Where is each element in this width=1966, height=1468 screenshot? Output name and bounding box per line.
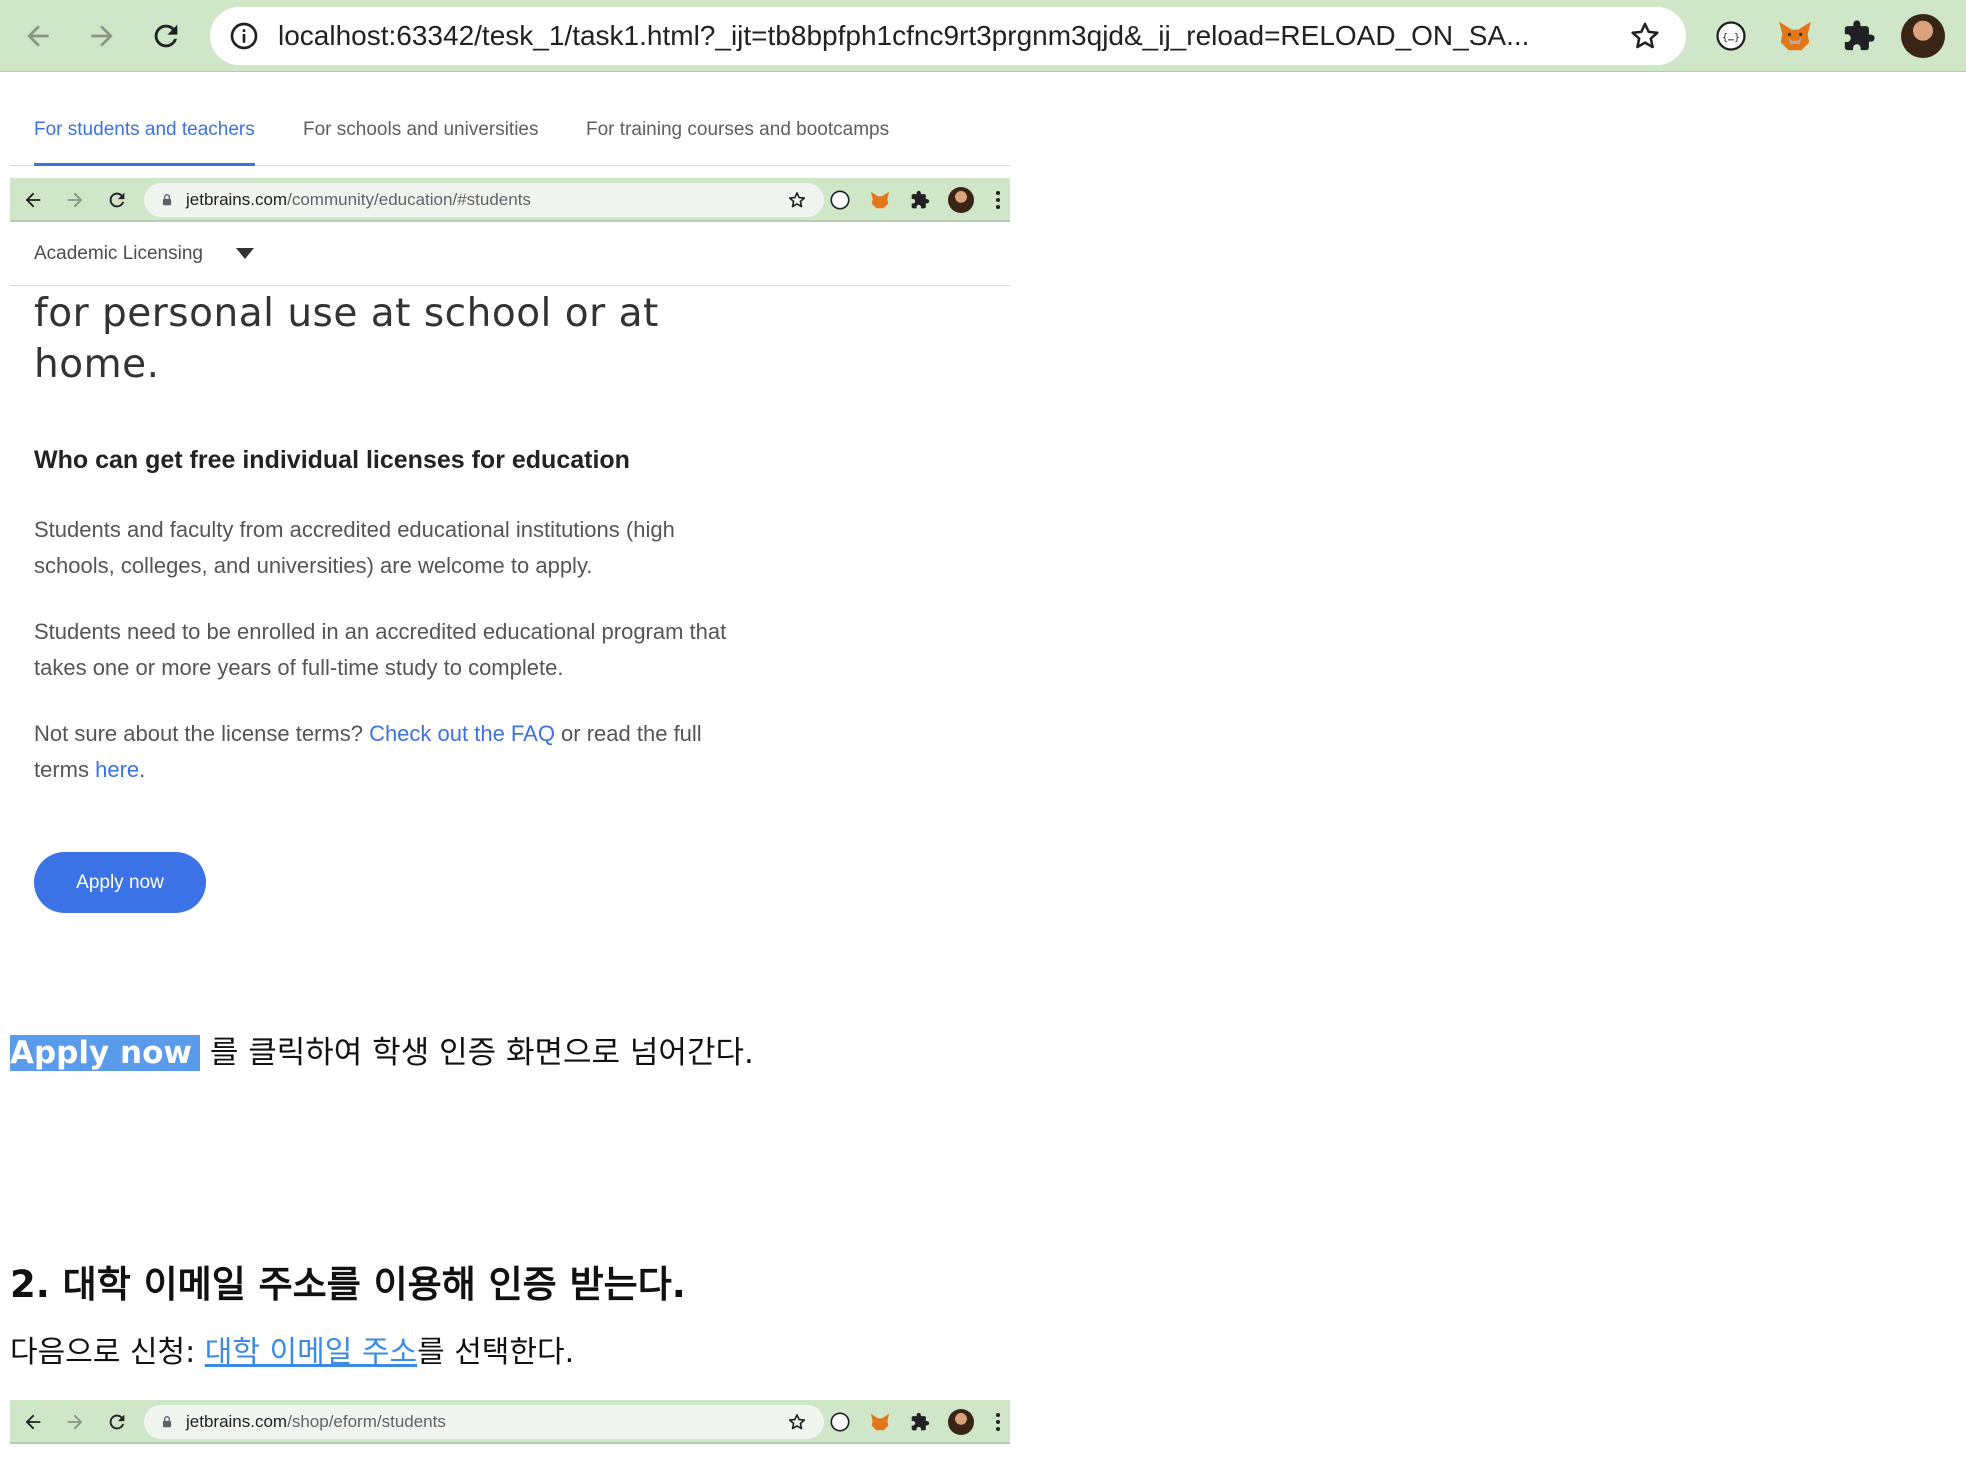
- apply-now-button[interactable]: Apply now: [34, 852, 206, 913]
- arrow-left-icon: [25, 1414, 41, 1430]
- reload-icon: [109, 1414, 125, 1430]
- metamask-fox-icon: [868, 188, 892, 212]
- faq-link[interactable]: Check out the FAQ: [369, 721, 555, 746]
- puzzle-icon: [908, 188, 932, 212]
- metamask-fox-icon: [868, 1410, 892, 1434]
- json-viewer-icon[interactable]: {…}: [1709, 14, 1753, 58]
- terms-suffix: .: [139, 757, 146, 782]
- inner-browser-toolbar-2: jetbrains.com/shop/eform/students: [10, 1400, 1010, 1444]
- step-prefix: 다음으로 신청:: [10, 1335, 205, 1370]
- tab-training-bootcamps[interactable]: For training courses and bootcamps: [586, 94, 889, 166]
- lock-icon: [162, 1416, 172, 1428]
- enrollment-paragraph: Students need to be enrolled in an accre…: [34, 619, 727, 680]
- arrow-right-icon: [91, 25, 113, 47]
- instruction-sentence: Apply now 를 클릭하여 학생 인증 화면으로 넘어간다.: [10, 1032, 754, 1074]
- caret-down-icon[interactable]: [236, 248, 254, 259]
- url-text-clip: localhost:63342/tesk_1/task1.html?_ijt=t…: [278, 7, 1618, 65]
- university-email-link[interactable]: 대학 이메일 주소: [205, 1335, 417, 1370]
- arrow-left-icon: [25, 192, 41, 208]
- back-button[interactable]: [10, 8, 66, 64]
- tab-bootcamps-clip: For training courses and bootcamps: [586, 94, 904, 166]
- reload-icon: [154, 24, 178, 48]
- star-icon: [788, 1414, 806, 1430]
- json-viewer-icon: [828, 188, 852, 212]
- reload-button[interactable]: [138, 8, 194, 64]
- more-menu-icon: [992, 188, 1004, 212]
- inner-browser-toolbar: jetbrains.com/community/education/#stude…: [10, 178, 1010, 222]
- star-icon[interactable]: [1628, 19, 1662, 53]
- svg-text:{…}: {…}: [1722, 32, 1740, 43]
- inner-reload-button: [104, 187, 130, 213]
- step-line: 다음으로 신청: 대학 이메일 주소를 선택한다.: [10, 1332, 574, 1374]
- hero-line-1: for personal use at school or at: [34, 291, 659, 336]
- inner-forward-button: [62, 1409, 88, 1435]
- tab-students-teachers[interactable]: For students and teachers: [34, 94, 255, 166]
- inner-url-text: jetbrains.com/community/education/#stude…: [186, 183, 531, 217]
- highlighted-apply-now: Apply now: [10, 1035, 201, 1071]
- inner-address-bar-2: jetbrains.com/shop/eform/students: [144, 1405, 824, 1439]
- terms-here-link[interactable]: here: [95, 757, 139, 782]
- lock-icon: [162, 194, 172, 206]
- page-content: For students and teachers For schools an…: [0, 72, 1966, 1468]
- arrow-right-icon: [67, 1414, 83, 1430]
- inner-forward-button: [62, 187, 88, 213]
- sentence-rest: 를 클릭하여 학생 인증 화면으로 넘어간다.: [200, 1035, 754, 1071]
- who-can-heading: Who can get free individual licenses for…: [34, 446, 630, 474]
- arrow-left-icon: [27, 25, 49, 47]
- metamask-fox-icon[interactable]: [1773, 14, 1817, 58]
- step-suffix: 를 선택한다.: [417, 1335, 575, 1370]
- address-bar[interactable]: localhost:63342/tesk_1/task1.html?_ijt=t…: [210, 7, 1686, 65]
- inner-url-path: /community/education/#students: [287, 190, 531, 209]
- section-heading: 2. 대학 이메일 주소를 이용해 인증 받는다.: [10, 1263, 686, 1306]
- reload-icon: [109, 192, 125, 208]
- inner-url-path-2: /shop/eform/students: [287, 1412, 446, 1431]
- tab-schools-universities[interactable]: For schools and universities: [303, 94, 539, 166]
- inner-back-button: [20, 187, 46, 213]
- browser-toolbar: localhost:63342/tesk_1/task1.html?_ijt=t…: [0, 0, 1966, 72]
- inner-url-text-2: jetbrains.com/shop/eform/students: [186, 1405, 446, 1439]
- arrow-right-icon: [67, 192, 83, 208]
- academic-licensing-bar: Academic Licensing: [10, 222, 1010, 286]
- forward-button[interactable]: [74, 8, 130, 64]
- inner-reload-button: [104, 1409, 130, 1435]
- academic-licensing-dropdown[interactable]: Academic Licensing: [34, 222, 203, 286]
- profile-avatar: [948, 1409, 974, 1435]
- license-terms-paragraph: Not sure about the license terms? Check …: [34, 716, 754, 788]
- eligibility-paragraph: Students and faculty from accredited edu…: [34, 517, 675, 578]
- star-icon: [788, 192, 806, 208]
- puzzle-icon[interactable]: [1837, 14, 1881, 58]
- terms-prefix: Not sure about the license terms?: [34, 721, 370, 746]
- more-menu-icon: [992, 1410, 1004, 1434]
- inner-back-button: [20, 1409, 46, 1435]
- hero-text: for personal use at school or at home.: [34, 288, 734, 390]
- profile-avatar: [948, 187, 974, 213]
- inner-url-host-2: jetbrains.com: [186, 1412, 288, 1431]
- puzzle-icon: [908, 1410, 932, 1434]
- education-tabs: For students and teachers For schools an…: [10, 94, 1010, 166]
- hero-line-2: home.: [34, 342, 160, 387]
- profile-avatar[interactable]: [1901, 14, 1945, 58]
- inner-url-host: jetbrains.com: [186, 190, 288, 209]
- json-viewer-icon: [828, 1410, 852, 1434]
- url-text: localhost:63342/tesk_1/task1.html?_ijt=t…: [278, 20, 1530, 51]
- info-icon[interactable]: [228, 20, 260, 52]
- inner-address-bar: jetbrains.com/community/education/#stude…: [144, 183, 824, 217]
